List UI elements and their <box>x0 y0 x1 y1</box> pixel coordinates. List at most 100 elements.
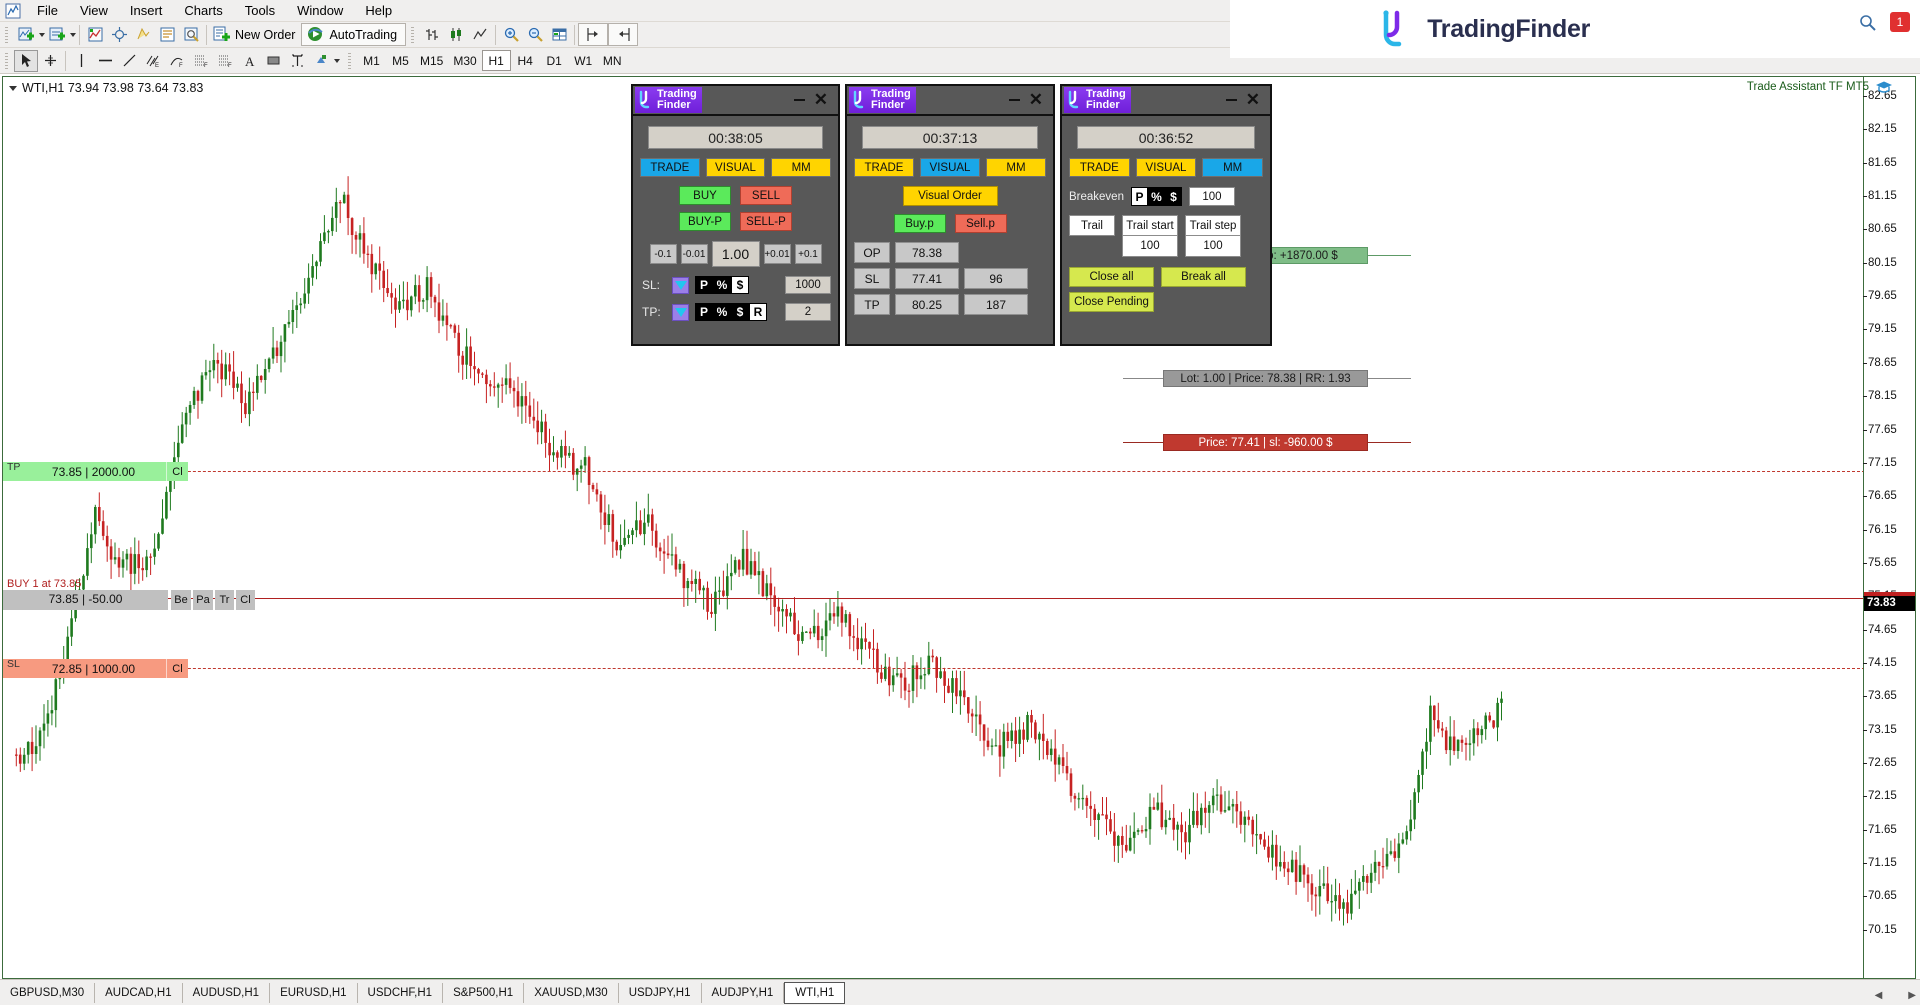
vo-tp-value[interactable]: 80.25 <box>895 294 959 315</box>
close-pending-button[interactable]: Close Pending <box>1069 292 1154 312</box>
sell-pending-button[interactable]: SELL-P <box>740 212 792 231</box>
menu-view[interactable]: View <box>69 1 119 21</box>
sl-unit-points[interactable]: P <box>695 276 713 294</box>
tab-visual[interactable]: VISUAL <box>706 158 766 177</box>
autotrading-inner[interactable]: AutoTrading <box>304 24 403 46</box>
sell-p-button[interactable]: Sell.p <box>955 214 1007 233</box>
breakeven-unit-points[interactable]: P <box>1131 187 1148 206</box>
tp-checkbox[interactable] <box>672 304 689 321</box>
vo-tp-extra[interactable]: 187 <box>964 294 1028 315</box>
timeframe-m5[interactable]: M5 <box>386 50 415 71</box>
mm-panel[interactable]: Trading Finder ✕ 00:36:52 TRADE VISUAL M… <box>1060 84 1272 346</box>
profiles-icon[interactable] <box>45 24 69 46</box>
profiles-dropdown-icon[interactable] <box>70 33 76 37</box>
trade-panel[interactable]: Trading Finder ✕ 00:38:05 TRADE VISUAL M… <box>631 84 840 346</box>
tp-band[interactable]: TP 73.85 | 2000.00 Cl <box>3 462 188 481</box>
menu-window[interactable]: Window <box>286 1 354 21</box>
toolbar-grip-icon[interactable] <box>3 51 11 71</box>
position-pa-button[interactable]: Pa <box>193 590 213 610</box>
equidistant-channel-icon[interactable]: E <box>141 50 165 72</box>
preview-sl-line[interactable]: Price: 77.41 | sl: -960.00 $ <box>1123 434 1411 451</box>
crosshair-icon[interactable] <box>107 24 131 46</box>
trail-start-input[interactable]: 100 <box>1122 236 1178 257</box>
timeframe-d1[interactable]: D1 <box>540 50 569 71</box>
chart-tab[interactable]: AUDCAD,H1 <box>95 983 182 1003</box>
timeframe-h1[interactable]: H1 <box>482 50 511 71</box>
timeframe-m1[interactable]: M1 <box>357 50 386 71</box>
shift-end-button[interactable] <box>578 23 608 46</box>
crosshair-icon[interactable] <box>38 50 62 72</box>
minimize-icon[interactable] <box>794 99 805 102</box>
visual-order-button[interactable]: Visual Order <box>903 186 998 206</box>
timeframe-m30[interactable]: M30 <box>448 50 481 71</box>
lot-minus-small-button[interactable]: -0.01 <box>681 244 708 264</box>
mm-panel-header[interactable]: Trading Finder ✕ <box>1062 86 1270 116</box>
trail-button[interactable]: Trail <box>1069 215 1115 236</box>
vertical-line-icon[interactable] <box>69 50 93 72</box>
tp-unit-rr[interactable]: R <box>749 303 767 321</box>
text-icon[interactable]: A <box>237 50 261 72</box>
close-icon[interactable]: ✕ <box>1029 93 1043 107</box>
position-cl-button[interactable]: Cl <box>236 590 255 610</box>
buy-p-button[interactable]: Buy.p <box>894 214 946 233</box>
sl-unit-percent[interactable]: % <box>713 276 731 294</box>
lot-minus-big-button[interactable]: -0.1 <box>650 244 677 264</box>
sl-band[interactable]: SL 72.85 | 1000.00 Cl <box>3 659 188 678</box>
menu-help[interactable]: Help <box>354 1 403 21</box>
vo-sl-extra[interactable]: 96 <box>964 268 1028 289</box>
buy-pending-button[interactable]: BUY-P <box>679 212 731 231</box>
toolbar-grip-icon[interactable] <box>346 51 354 71</box>
data-window-icon[interactable] <box>155 24 179 46</box>
trendline-icon[interactable] <box>117 50 141 72</box>
text-label-icon[interactable] <box>285 50 309 72</box>
close-icon[interactable]: ✕ <box>814 93 828 107</box>
fibonacci-grid-icon[interactable]: F <box>213 50 237 72</box>
menu-file[interactable]: File <box>26 1 69 21</box>
tp-line[interactable] <box>3 471 1865 472</box>
position-band[interactable]: BUY 1 at 73.85 73.85 | -50.00 <box>3 590 168 610</box>
trail-step-input[interactable]: 100 <box>1185 236 1241 257</box>
tab-visual[interactable]: VISUAL <box>1136 158 1197 177</box>
toolbar-grip-icon[interactable] <box>3 25 11 45</box>
chart-tab[interactable]: WTI,H1 <box>784 982 845 1004</box>
toolbar-grip-icon[interactable] <box>409 25 417 45</box>
fibonacci-retracement-icon[interactable]: F <box>189 50 213 72</box>
tp-unit-dollar[interactable]: $ <box>731 303 749 321</box>
tab-visual[interactable]: VISUAL <box>920 158 980 177</box>
close-all-button[interactable]: Close all <box>1069 267 1154 287</box>
bar-chart-icon[interactable] <box>420 24 444 46</box>
preview-op-line[interactable]: Lot: 1.00 | Price: 78.38 | RR: 1.93 <box>1123 370 1411 387</box>
position-tr-button[interactable]: Tr <box>215 590 234 610</box>
preview-op-box[interactable]: Lot: 1.00 | Price: 78.38 | RR: 1.93 <box>1163 370 1368 387</box>
grid-icon[interactable] <box>547 24 571 46</box>
new-chart-icon[interactable] <box>14 24 38 46</box>
label-icon[interactable] <box>261 50 285 72</box>
scroll-left-icon[interactable]: ◀ <box>1875 990 1883 1001</box>
minimize-icon[interactable] <box>1009 99 1020 102</box>
menu-insert[interactable]: Insert <box>119 1 174 21</box>
price-axis[interactable]: 82.6582.1581.6581.1580.6580.1579.6579.15… <box>1863 77 1915 979</box>
chart-title-caret-icon[interactable] <box>9 86 17 91</box>
minimize-icon[interactable] <box>1226 99 1237 102</box>
tp-unit-points[interactable]: P <box>695 303 713 321</box>
shift-end-icon[interactable] <box>581 24 605 46</box>
new-order-button[interactable]: New Order <box>210 24 301 46</box>
trade-panel-header[interactable]: Trading Finder ✕ <box>633 86 838 116</box>
scroll-right-icon[interactable]: ▶ <box>1908 990 1916 1001</box>
auto-scroll-button[interactable] <box>608 23 638 46</box>
auto-scroll-icon[interactable] <box>611 24 635 46</box>
tp-value-input[interactable]: 2 <box>785 303 831 321</box>
graduation-cap-icon[interactable] <box>1875 79 1893 95</box>
shapes-dropdown-icon[interactable] <box>334 59 340 63</box>
line-chart-icon[interactable] <box>468 24 492 46</box>
chart-tab[interactable]: AUDUSD,H1 <box>183 983 270 1003</box>
lot-plus-big-button[interactable]: +0.1 <box>795 244 822 264</box>
zoom-in-icon[interactable] <box>499 24 523 46</box>
breakeven-value-input[interactable]: 100 <box>1189 187 1235 206</box>
lot-plus-small-button[interactable]: +0.01 <box>764 244 791 264</box>
indicators-icon[interactable] <box>83 24 107 46</box>
chart-tab[interactable]: AUDJPY,H1 <box>702 983 785 1003</box>
strategy-tester-icon[interactable] <box>179 24 203 46</box>
menu-tools[interactable]: Tools <box>234 1 286 21</box>
sell-button[interactable]: SELL <box>740 186 792 205</box>
